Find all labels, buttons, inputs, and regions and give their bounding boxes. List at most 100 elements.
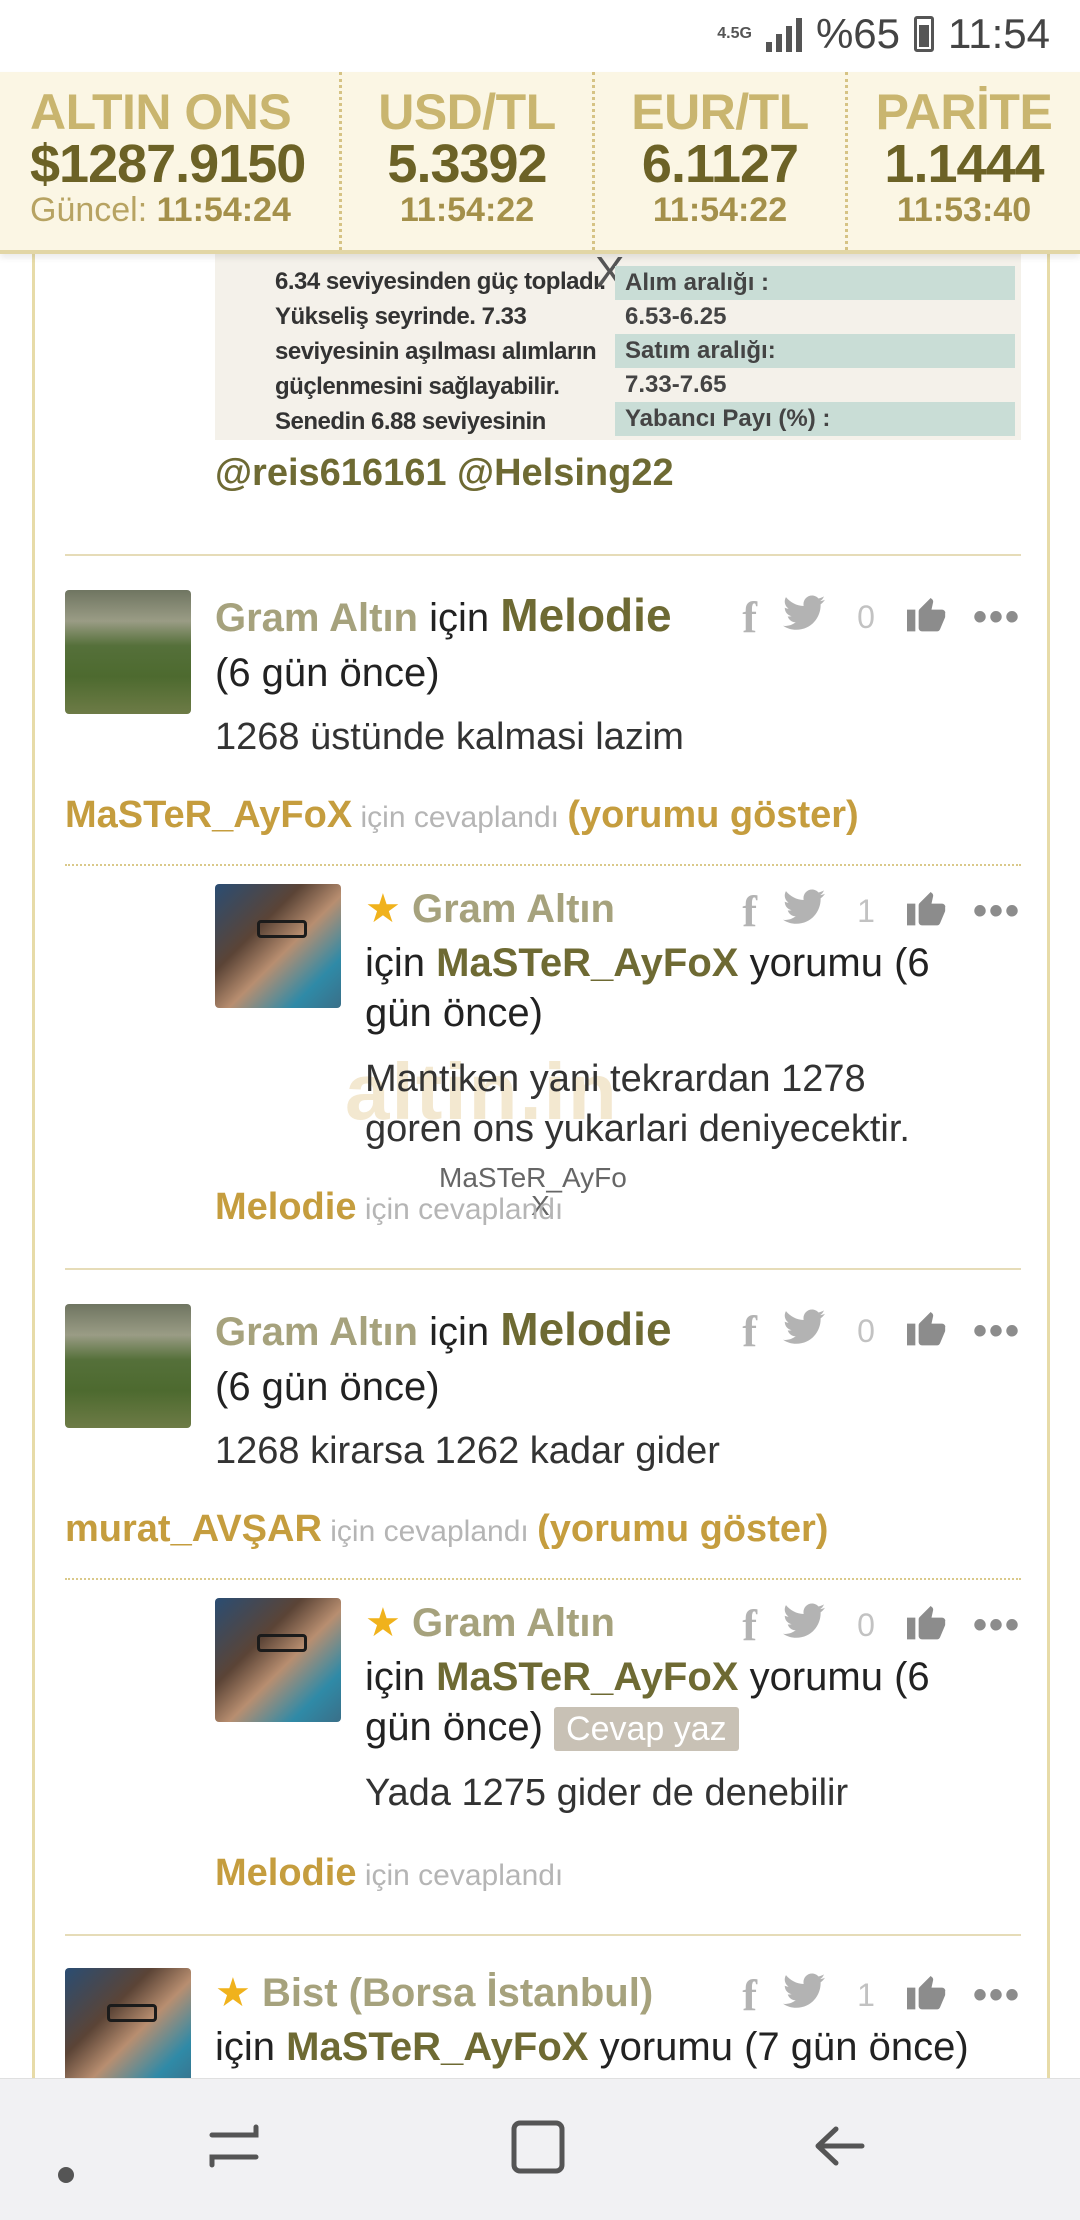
comment-text: 1268 kirarsa 1262 kadar gider bbox=[215, 1430, 720, 1472]
avatar[interactable] bbox=[65, 590, 191, 714]
battery-percent: %65 bbox=[815, 10, 900, 57]
price-ticker: ALTIN ONS $1287.9150 Güncel: 11:54:24 US… bbox=[0, 72, 1080, 254]
ticker-time-value: 11:54:24 bbox=[156, 191, 291, 229]
reply-to-username[interactable]: Melodie bbox=[215, 1186, 356, 1228]
twitter-share-icon[interactable] bbox=[782, 1973, 825, 2018]
comment-category[interactable]: Gram Altın bbox=[412, 887, 615, 931]
comment-category[interactable]: Bist (Borsa İstanbul) bbox=[262, 1971, 653, 2015]
recent-apps-icon[interactable] bbox=[206, 2119, 262, 2184]
ticker-value: 1.1444 bbox=[884, 134, 1044, 194]
comment-header: Gram Altın için Melodie bbox=[215, 1304, 755, 1357]
comment-text: goren ons yukarlari deniyecektir. bbox=[365, 1108, 910, 1150]
avatar[interactable] bbox=[215, 1598, 341, 1722]
twitter-share-icon[interactable] bbox=[782, 595, 825, 640]
clock: 11:54 bbox=[948, 10, 1050, 57]
ticker-parite[interactable]: PARİTE 1.1444 11:53:40 bbox=[848, 72, 1080, 250]
reply-button[interactable]: Cevap yaz bbox=[554, 1707, 739, 1751]
image-text-line: 6.34 seviyesinden güç topladı. bbox=[275, 268, 606, 295]
thumbs-up-icon[interactable] bbox=[906, 888, 947, 935]
like-count: 0 bbox=[857, 1313, 875, 1349]
navigation-bar bbox=[0, 2078, 1080, 2220]
show-comment-link[interactable]: (yorumu göster) bbox=[567, 794, 858, 836]
for-label: için bbox=[365, 941, 426, 985]
avatar[interactable] bbox=[65, 1968, 191, 2078]
reply-to-username[interactable]: MaSTeR_AyFoX bbox=[65, 794, 352, 836]
comment-header: ★ Gram Altın bbox=[365, 1598, 615, 1648]
comment-attached-image[interactable]: 6.34 seviyesinden güç topladı. Yükseliş … bbox=[215, 254, 1021, 440]
ticker-eur-tl[interactable]: EUR/TL 6.1127 11:54:22 bbox=[595, 72, 848, 250]
comment-username[interactable]: Melodie bbox=[500, 1303, 671, 1355]
nav-dot-icon[interactable] bbox=[56, 2133, 76, 2198]
reply-to-username[interactable]: Melodie bbox=[215, 1852, 356, 1894]
comment-username[interactable]: MaSTeR_AyFoX bbox=[436, 941, 738, 985]
facebook-share-icon[interactable]: f bbox=[742, 592, 757, 643]
thumbs-up-icon[interactable] bbox=[906, 1602, 947, 1649]
replied-label: için cevaplandı bbox=[364, 1859, 564, 1892]
divider bbox=[65, 1934, 1021, 1936]
image-table-row: 6.53-6.25 bbox=[625, 303, 727, 330]
like-count: 1 bbox=[857, 893, 875, 929]
more-options-icon[interactable]: ••• bbox=[973, 889, 1021, 934]
star-icon: ★ bbox=[215, 1971, 251, 2015]
ticker-time: 11:54:22 bbox=[399, 191, 535, 229]
like-count: 0 bbox=[857, 1607, 875, 1643]
facebook-share-icon[interactable]: f bbox=[742, 1306, 757, 1357]
image-text-line: seviyesinin aşılması alımların bbox=[275, 338, 597, 365]
comment-category[interactable]: Gram Altın bbox=[215, 596, 418, 640]
image-text: 6.34 seviyesinden güç topladı. Yükseliş … bbox=[275, 264, 635, 439]
home-icon[interactable] bbox=[510, 2119, 566, 2188]
avatar[interactable] bbox=[215, 884, 341, 1008]
replied-label: için cevaplandı bbox=[360, 801, 559, 834]
reply-to-username[interactable]: murat_AVŞAR bbox=[65, 1508, 322, 1550]
avatar[interactable] bbox=[65, 1304, 191, 1428]
mentions[interactable]: @reis616161 @Helsing22 bbox=[215, 452, 674, 495]
ticker-value: 5.3392 bbox=[387, 134, 547, 194]
thumbs-up-icon[interactable] bbox=[906, 1308, 947, 1355]
comment-username[interactable]: MaSTeR_AyFoX bbox=[286, 2025, 588, 2069]
divider bbox=[65, 864, 1021, 866]
image-table-row: 7.33-7.65 bbox=[625, 371, 727, 398]
comment-time: yorumu (6 bbox=[749, 1655, 930, 1699]
twitter-share-icon[interactable] bbox=[782, 889, 825, 934]
comment-text: Yada 1275 gider de denebilir bbox=[365, 1772, 849, 1814]
twitter-share-icon[interactable] bbox=[782, 1603, 825, 1648]
comment-username[interactable]: MaSTeR_AyFoX bbox=[436, 1655, 738, 1699]
comment-category[interactable]: Gram Altın bbox=[215, 1310, 418, 1354]
facebook-share-icon[interactable]: f bbox=[742, 1970, 757, 2021]
twitter-share-icon[interactable] bbox=[782, 1309, 825, 1354]
show-comment-link[interactable]: (yorumu göster) bbox=[537, 1508, 828, 1550]
comment-actions: f 0 ••• bbox=[742, 1306, 1021, 1357]
comments-feed[interactable]: 6.34 seviyesinden güç topladı. Yükseliş … bbox=[32, 254, 1050, 2078]
image-table-row: Satım aralığı: bbox=[615, 334, 1015, 368]
facebook-share-icon[interactable]: f bbox=[742, 1600, 757, 1651]
comment-username[interactable]: Melodie bbox=[500, 589, 671, 641]
ticker-altin-ons[interactable]: ALTIN ONS $1287.9150 Güncel: 11:54:24 bbox=[0, 72, 342, 250]
comment-time: yorumu (6 bbox=[749, 941, 930, 985]
reply-info: Melodie için cevaplandı bbox=[215, 1186, 563, 1229]
network-indicator: 4.5G bbox=[717, 25, 752, 42]
more-options-icon[interactable]: ••• bbox=[973, 1603, 1021, 1648]
ticker-usd-tl[interactable]: USD/TL 5.3392 11:54:22 bbox=[342, 72, 595, 250]
back-icon[interactable] bbox=[812, 2119, 868, 2184]
more-options-icon[interactable]: ••• bbox=[973, 1309, 1021, 1354]
for-label: için bbox=[429, 1310, 490, 1354]
divider bbox=[65, 1268, 1021, 1270]
reply-info: Melodie için cevaplandı bbox=[215, 1852, 563, 1895]
comment-meta: için MaSTeR_AyFoX yorumu (7 gün önce) bbox=[215, 2022, 969, 2072]
reply-info: MaSTeR_AyFoX için cevaplandı (yorumu gös… bbox=[65, 794, 859, 837]
ticker-time: 11:53:40 bbox=[896, 191, 1032, 229]
more-options-icon[interactable]: ••• bbox=[973, 595, 1021, 640]
thumbs-up-icon[interactable] bbox=[906, 1972, 947, 2019]
facebook-share-icon[interactable]: f bbox=[742, 886, 757, 937]
like-count: 1 bbox=[857, 1977, 875, 2013]
comment-header: Gram Altın için Melodie bbox=[215, 590, 755, 643]
comment-category[interactable]: Gram Altın bbox=[412, 1601, 615, 1645]
signal-icon bbox=[765, 16, 802, 52]
reply-info: murat_AVŞAR için cevaplandı (yorumu göst… bbox=[65, 1508, 828, 1551]
ticker-value: 6.1127 bbox=[641, 134, 799, 194]
comment-header: ★ Bist (Borsa İstanbul) bbox=[215, 1968, 653, 2018]
thumbs-up-icon[interactable] bbox=[906, 594, 947, 641]
more-options-icon[interactable]: ••• bbox=[973, 1973, 1021, 2018]
comment-actions: f 0 ••• bbox=[742, 1600, 1021, 1651]
comment-text: 1268 üstünde kalmasi lazim bbox=[215, 716, 684, 758]
